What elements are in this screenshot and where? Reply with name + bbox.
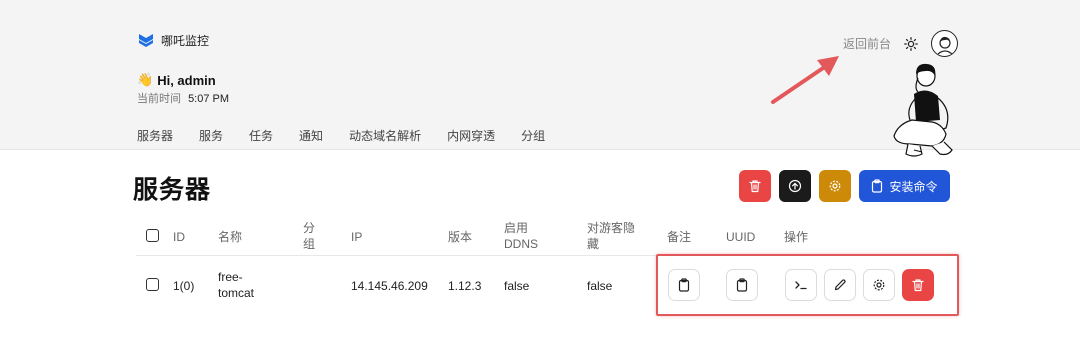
trash-icon bbox=[912, 279, 924, 292]
gear-icon bbox=[829, 180, 841, 192]
annotation-arrow bbox=[771, 56, 839, 104]
copy-uuid-button[interactable] bbox=[726, 269, 758, 301]
nav-item-nat[interactable]: 内网穿透 bbox=[447, 127, 495, 144]
greeting-text: Hi, admin bbox=[157, 72, 216, 88]
install-command-button[interactable]: 安装命令 bbox=[859, 170, 950, 202]
copy-note-button[interactable] bbox=[668, 269, 700, 301]
row-select-checkbox[interactable] bbox=[146, 278, 159, 291]
brand-name: 哪吒监控 bbox=[161, 33, 210, 48]
trash-icon bbox=[749, 180, 761, 193]
sitting-person-illustration bbox=[893, 63, 953, 157]
settings-button[interactable] bbox=[863, 269, 895, 301]
theme-toggle-sun-icon[interactable] bbox=[903, 36, 919, 52]
toolbar: 安装命令 bbox=[739, 170, 950, 202]
edit-button[interactable] bbox=[824, 269, 856, 301]
pencil-icon bbox=[834, 279, 846, 291]
cell-version: 1.12.3 bbox=[448, 279, 482, 293]
column-header-ddns-line2: DDNS bbox=[504, 237, 539, 251]
page-title: 服务器 bbox=[133, 176, 212, 204]
terminal-icon bbox=[795, 281, 807, 290]
cell-name: free- tomcat bbox=[218, 269, 254, 301]
bulk-delete-button[interactable] bbox=[739, 170, 771, 202]
upload-circle-icon bbox=[788, 179, 802, 193]
column-header-hide-for-guest[interactable]: 对游客隐 藏 bbox=[587, 220, 635, 252]
column-header-ddns[interactable]: 启用 DDNS bbox=[504, 220, 538, 252]
user-avatar-icon bbox=[937, 36, 952, 54]
greeting: 👋 Hi, admin bbox=[137, 72, 216, 88]
cell-ip: 14.145.46.209 bbox=[351, 279, 428, 293]
column-header-ddns-line1: 启用 bbox=[504, 221, 529, 235]
install-command-label: 安装命令 bbox=[889, 179, 938, 194]
back-to-frontend-link[interactable]: 返回前台 bbox=[843, 35, 891, 52]
avatar[interactable] bbox=[931, 30, 958, 57]
brand[interactable]: 哪吒监控 bbox=[137, 31, 209, 49]
nav-item-notifications[interactable]: 通知 bbox=[299, 127, 323, 144]
cell-id: 1(0) bbox=[173, 279, 195, 293]
delete-button[interactable] bbox=[902, 269, 934, 301]
wave-emoji: 👋 bbox=[137, 72, 154, 87]
nav-item-groups[interactable]: 分组 bbox=[521, 127, 545, 144]
clipboard-icon bbox=[678, 278, 690, 292]
clipboard-icon bbox=[872, 179, 883, 193]
column-header-group-line1: 分 bbox=[303, 221, 316, 235]
column-header-id[interactable]: ID bbox=[173, 229, 185, 245]
upload-button[interactable] bbox=[779, 170, 811, 202]
nav-item-ddns[interactable]: 动态域名解析 bbox=[349, 127, 421, 144]
batch-settings-button[interactable] bbox=[819, 170, 851, 202]
column-header-ip[interactable]: IP bbox=[351, 229, 362, 245]
current-time: 当前时间 5:07 PM bbox=[137, 90, 229, 106]
cell-name-line2: tomcat bbox=[218, 286, 255, 300]
column-header-note[interactable]: 备注 bbox=[667, 229, 691, 245]
column-header-group[interactable]: 分 组 bbox=[303, 220, 315, 252]
cell-ddns: false bbox=[504, 279, 530, 293]
nav-item-tasks[interactable]: 任务 bbox=[249, 127, 273, 144]
top-right-actions: 返回前台 bbox=[843, 30, 958, 57]
gear-icon bbox=[873, 279, 885, 291]
select-all-checkbox[interactable] bbox=[146, 229, 159, 242]
column-header-uuid[interactable]: UUID bbox=[726, 229, 755, 245]
time-value: 5:07 PM bbox=[188, 93, 230, 105]
brand-logo-icon bbox=[139, 34, 153, 47]
main-nav: 服务器 服务 任务 通知 动态域名解析 内网穿透 分组 bbox=[137, 127, 571, 144]
cell-hide-for-guest: false bbox=[587, 279, 613, 293]
terminal-button[interactable] bbox=[785, 269, 817, 301]
column-header-name[interactable]: 名称 bbox=[218, 229, 242, 245]
column-header-version[interactable]: 版本 bbox=[448, 229, 472, 245]
clipboard-icon bbox=[736, 278, 748, 292]
column-header-hide-line2: 藏 bbox=[587, 237, 600, 251]
column-header-hide-line1: 对游客隐 bbox=[587, 221, 636, 235]
cell-name-line1: free- bbox=[218, 270, 243, 284]
column-header-group-line2: 组 bbox=[303, 237, 316, 251]
column-header-actions: 操作 bbox=[784, 230, 809, 244]
nav-item-servers[interactable]: 服务器 bbox=[137, 127, 173, 144]
nav-item-services[interactable]: 服务 bbox=[199, 127, 223, 144]
time-label: 当前时间 bbox=[137, 93, 181, 105]
table-header-divider bbox=[136, 255, 948, 256]
